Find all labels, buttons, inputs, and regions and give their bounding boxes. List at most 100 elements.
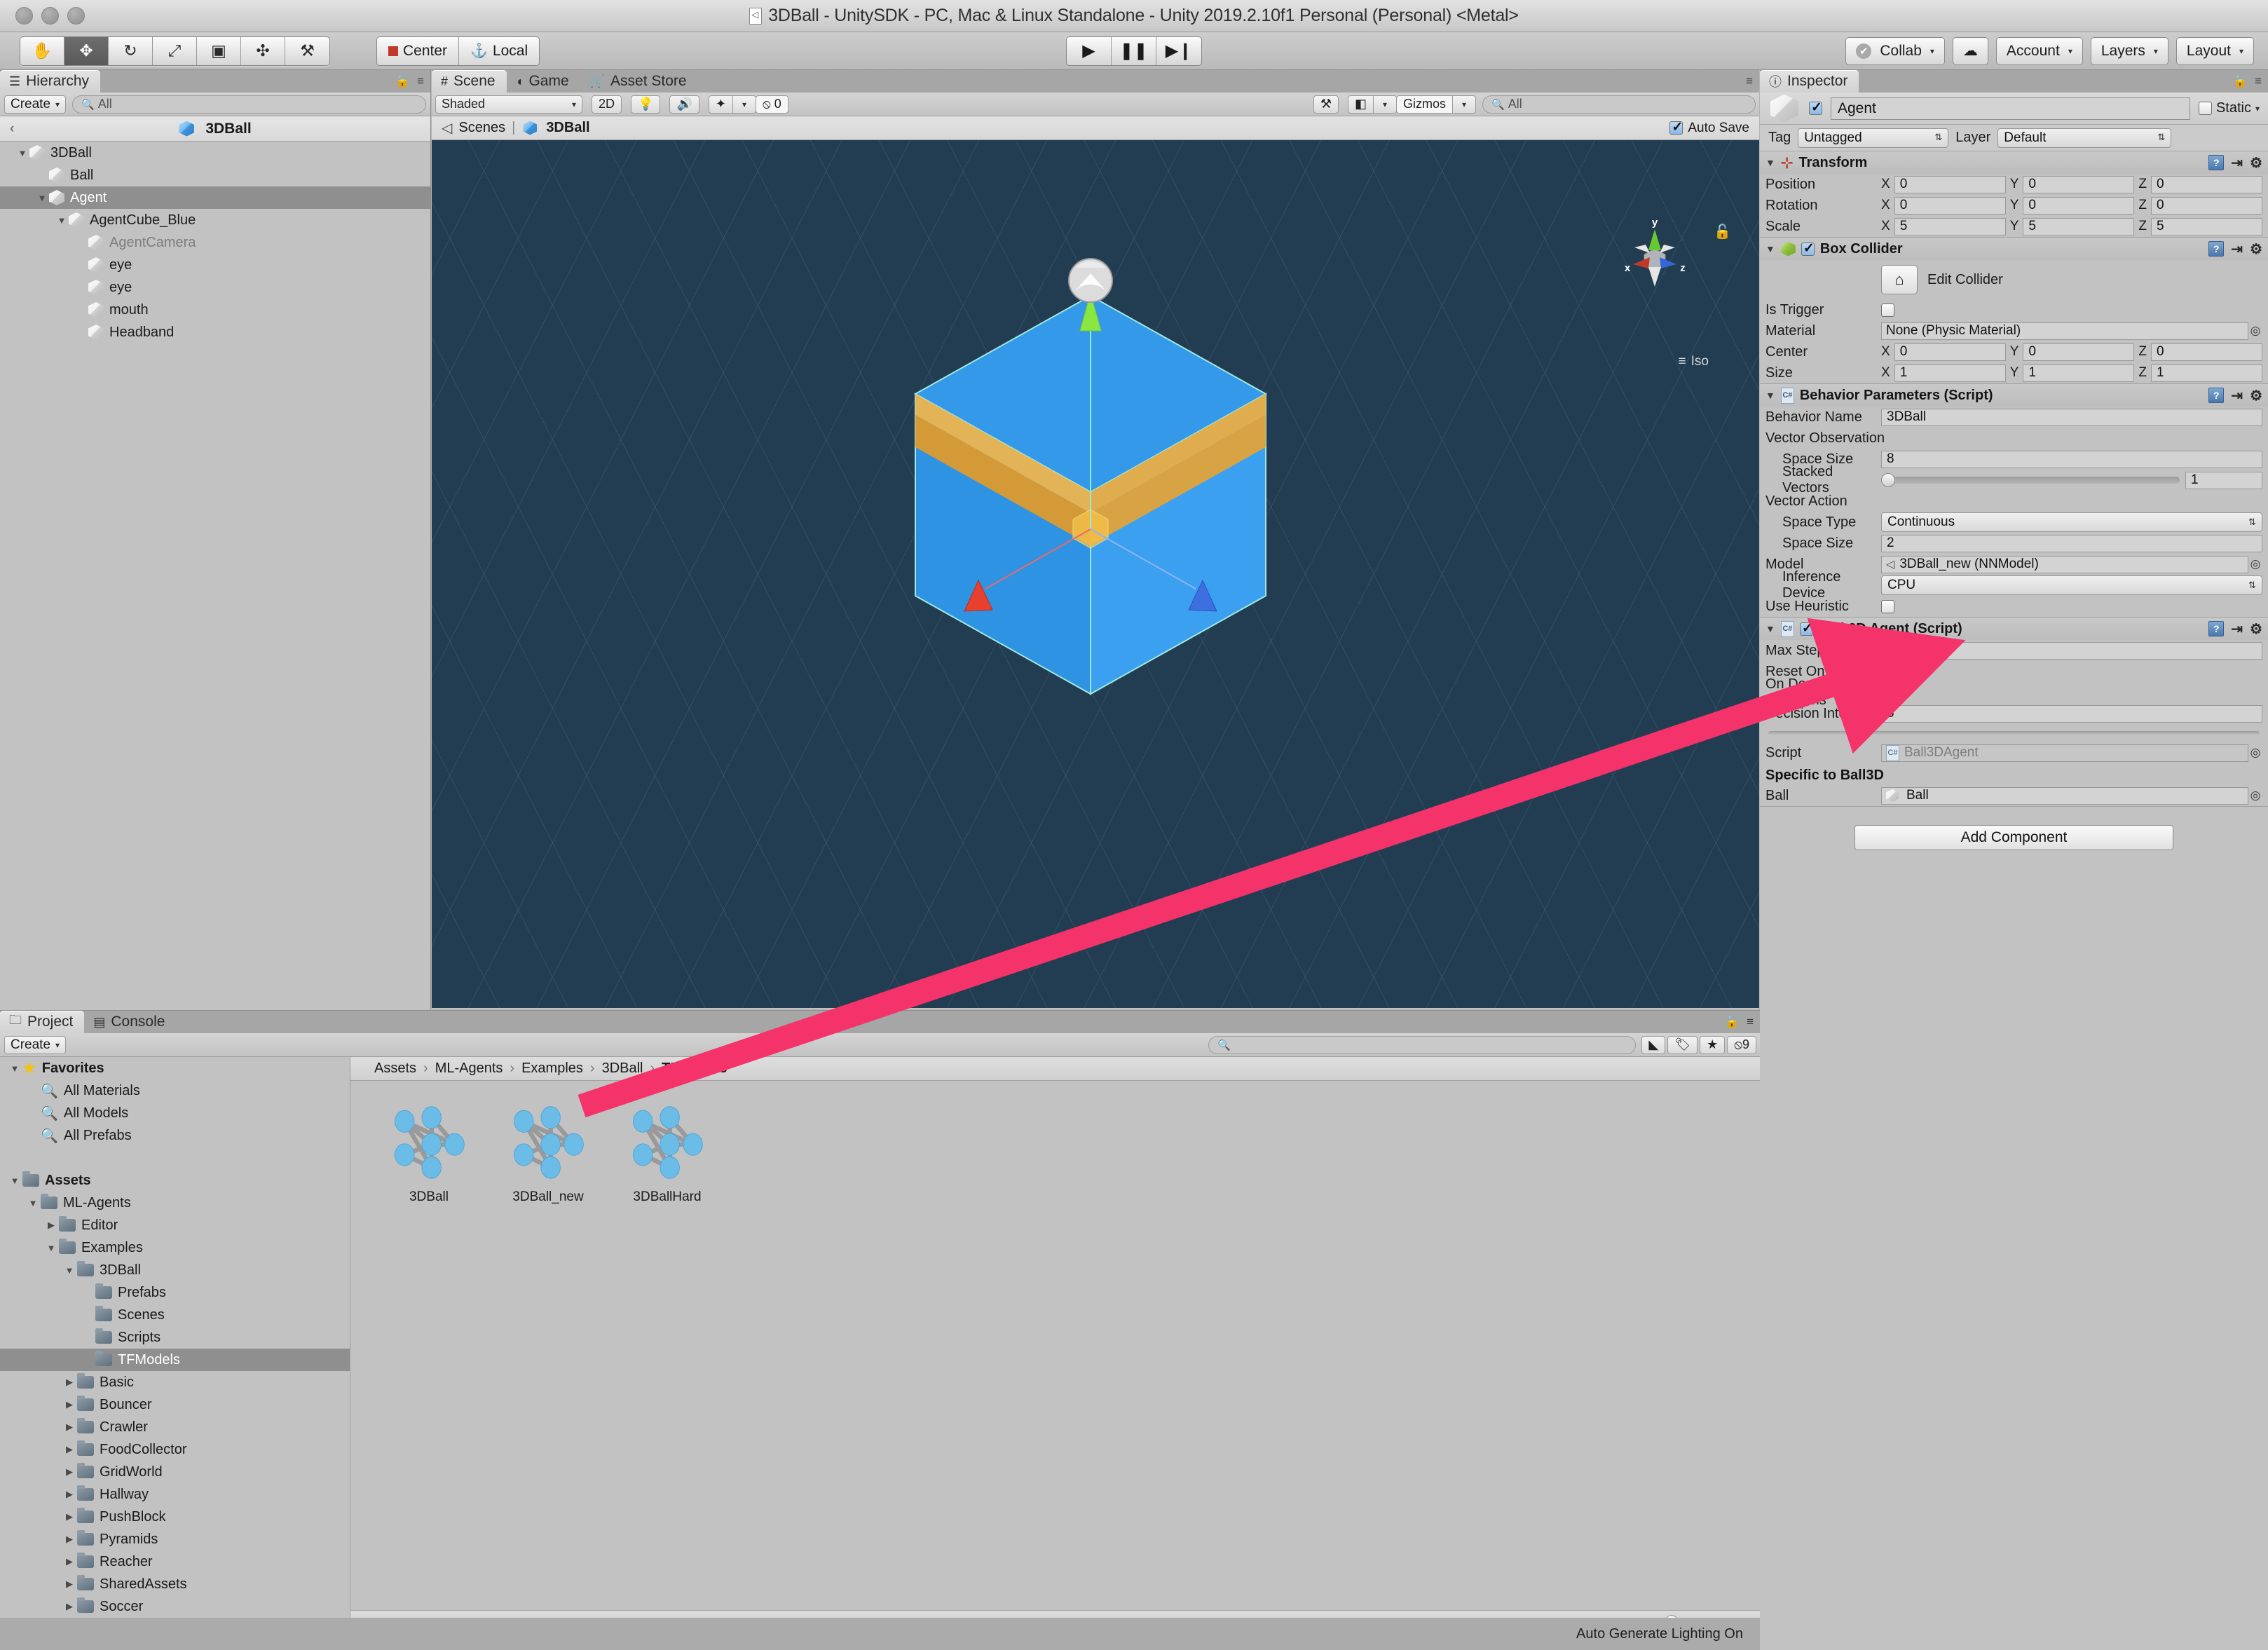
component-enabled-checkbox[interactable]	[1801, 243, 1815, 256]
auto-save-checkbox[interactable]	[1669, 121, 1683, 135]
property-checkbox[interactable]	[1881, 304, 1894, 317]
field-y[interactable]: 0	[2023, 343, 2134, 361]
custom-tool-button[interactable]: ⚒	[285, 37, 329, 65]
project-tree-item[interactable]: ▶SharedAssets	[0, 1573, 350, 1595]
scene-camera-button[interactable]: ◧	[1348, 95, 1374, 114]
field-y[interactable]: 0	[2023, 176, 2134, 193]
step-button[interactable]: ▶❙	[1156, 37, 1201, 65]
field-x[interactable]: 5	[1894, 218, 2006, 236]
tab-console[interactable]: ▤ Console	[84, 1011, 176, 1033]
project-tree-item[interactable]: 🔍All Models	[0, 1102, 350, 1124]
hierarchy-item[interactable]: Headband	[0, 321, 430, 343]
property-input[interactable]: 5	[1881, 705, 2262, 723]
scene-fx-toggle[interactable]: ✦	[709, 95, 733, 114]
play-button[interactable]: ▶	[1067, 37, 1112, 65]
transform-tool-group[interactable]: ✋ ✥ ↻ ⤢ ▣ ✣ ⚒	[20, 36, 330, 66]
object-picker-icon[interactable]: ◎	[2248, 324, 2262, 338]
object-reference-field[interactable]: Ball	[1881, 787, 2248, 805]
edit-collider-button[interactable]: ⌂	[1881, 265, 1918, 294]
hierarchy-item[interactable]: eye	[0, 276, 430, 299]
twisty-icon[interactable]: ▼	[15, 148, 29, 158]
static-checkbox[interactable]	[2199, 102, 2212, 115]
project-tree-item[interactable]: ▼Examples	[0, 1236, 350, 1259]
lock-icon[interactable]: 🔓	[1725, 1015, 1740, 1029]
tab-inspector[interactable]: ⓘ Inspector	[1760, 70, 1859, 93]
static-toggle[interactable]: Static ▾	[2199, 100, 2260, 116]
tab-scene[interactable]: # Scene	[432, 70, 507, 93]
object-picker-icon[interactable]: ◎	[2248, 746, 2262, 760]
hierarchy-item[interactable]: ▼AgentCube_Blue	[0, 209, 430, 231]
scene-view-lock-icon[interactable]: 🔓	[1714, 223, 1731, 240]
project-tab-tools[interactable]: 🔓 ≡	[1725, 1015, 1754, 1029]
field-z[interactable]: 0	[2151, 343, 2262, 361]
project-breadcrumb[interactable]: Assets›ML-Agents›Examples›3DBall›TFModel…	[350, 1057, 1760, 1081]
add-component-button[interactable]: Add Component	[1854, 825, 2173, 850]
hierarchy-search-input[interactable]: 🔍 All	[72, 95, 426, 114]
asset-item[interactable]: 3DBall	[387, 1105, 471, 1205]
object-reference-field[interactable]: None (Physic Material)	[1881, 322, 2248, 340]
collab-button[interactable]: ✔ Collab ▾	[1845, 37, 1945, 65]
field-z[interactable]: 5	[2151, 218, 2262, 236]
twisty-icon[interactable]: ▶	[62, 1377, 77, 1388]
twisty-icon[interactable]: ▼	[7, 1175, 22, 1186]
scene-axis-gizmo[interactable]: y x z	[1609, 214, 1700, 305]
project-tree-item[interactable]: ▶Bouncer	[0, 1393, 350, 1416]
label-filter-button[interactable]: 🏷	[1667, 1036, 1697, 1054]
slider-knob[interactable]	[1881, 473, 1895, 487]
project-tree-item[interactable]: 🔍All Prefabs	[0, 1124, 350, 1147]
project-tree-item[interactable]: ▶FoodCollector	[0, 1438, 350, 1461]
hierarchy-item[interactable]: ▼Agent	[0, 186, 430, 209]
gear-icon[interactable]: ⚙	[2250, 240, 2262, 258]
project-tree-item[interactable]: ▶Reacher	[0, 1550, 350, 1573]
project-tree-item[interactable]: TFModels	[0, 1349, 350, 1371]
twisty-icon[interactable]: ▶	[62, 1421, 77, 1433]
tab-hierarchy[interactable]: ☰ Hierarchy	[0, 70, 100, 93]
twisty-icon[interactable]: ▼	[25, 1198, 41, 1208]
auto-save-toggle[interactable]: Auto Save	[1669, 121, 1749, 136]
preset-icon[interactable]: ⇥	[2231, 387, 2243, 404]
scene-audio-toggle[interactable]: 🔊	[669, 95, 699, 114]
object-reference-field[interactable]: ◁3DBall_new (NNModel)	[1881, 556, 2248, 573]
project-search-input[interactable]: 🔍	[1208, 1036, 1636, 1054]
twisty-icon[interactable]: ▼	[1765, 623, 1775, 634]
field-x[interactable]: 1	[1894, 364, 2006, 382]
project-tree-item[interactable]: 🔍All Materials	[0, 1079, 350, 1102]
help-icon[interactable]: ?	[2208, 388, 2224, 403]
layers-button[interactable]: Layers ▾	[2091, 37, 2168, 65]
panel-menu-icon[interactable]: ≡	[1747, 1015, 1754, 1029]
twisty-icon[interactable]: ▼	[1765, 390, 1775, 401]
property-input[interactable]: 3DBall	[1881, 409, 2262, 426]
object-picker-icon[interactable]: ◎	[2248, 557, 2262, 571]
project-asset-browser[interactable]: Assets›ML-Agents›Examples›3DBall›TFModel…	[350, 1057, 1760, 1634]
asset-type-filter-button[interactable]: ◣	[1641, 1036, 1665, 1054]
gizmos-toggle[interactable]: Gizmos	[1396, 95, 1453, 114]
move-tool-button[interactable]: ✥	[64, 37, 109, 65]
twisty-icon[interactable]: ▶	[62, 1466, 77, 1478]
asset-item[interactable]: 3DBallHard	[625, 1105, 709, 1205]
twisty-icon[interactable]: ▶	[62, 1444, 77, 1455]
favorite-filter-button[interactable]: ★	[1700, 1036, 1725, 1054]
lock-icon[interactable]: 🔓	[395, 74, 410, 88]
scene-visibility-toggle[interactable]: ⦸ 0	[756, 95, 788, 114]
scene-tab-tools[interactable]: ≡	[1746, 74, 1753, 88]
object-reference-field[interactable]: C#Ball3DAgent	[1881, 744, 2248, 762]
pivot-handle-group[interactable]: Center ⚓ Local	[376, 36, 540, 66]
twisty-icon[interactable]: ▼	[1765, 243, 1775, 254]
tab-game[interactable]: ◖ Game	[507, 70, 580, 93]
property-input[interactable]: 2	[1881, 535, 2262, 552]
handle-space-button[interactable]: ⚓ Local	[459, 37, 539, 65]
chevron-down-icon[interactable]: ▾	[2255, 104, 2260, 114]
project-tree-item[interactable]: ▼★Favorites	[0, 1057, 350, 1079]
rect-tool-button[interactable]: ▣	[197, 37, 241, 65]
project-tree-item[interactable]: ▶Hallway	[0, 1483, 350, 1506]
twisty-icon[interactable]: ▶	[43, 1220, 59, 1231]
project-tree-item[interactable]: ▶Crawler	[0, 1416, 350, 1438]
project-tree-item[interactable]: ▶PushBlock	[0, 1506, 350, 1528]
project-tree-item[interactable]: Scenes	[0, 1304, 350, 1326]
field-x[interactable]: 0	[1894, 197, 2006, 214]
scene-projection-label[interactable]: ≡ Iso	[1679, 354, 1709, 369]
twisty-icon[interactable]: ▶	[62, 1511, 77, 1522]
property-dropdown[interactable]: Continuous⇅	[1881, 512, 2262, 532]
project-tree-item[interactable]: ▶GridWorld	[0, 1461, 350, 1483]
project-create-button[interactable]: Create ▾	[4, 1036, 66, 1054]
